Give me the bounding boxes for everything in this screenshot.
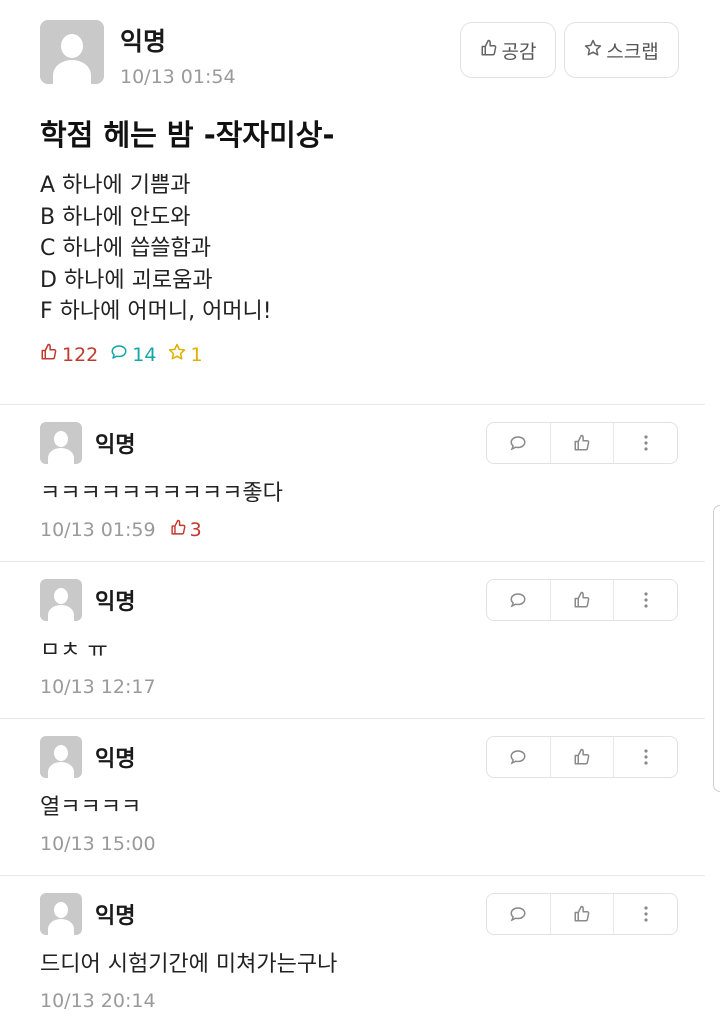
scrap-count: 1 xyxy=(168,343,203,366)
reply-button[interactable] xyxy=(487,894,551,934)
comment-time: 10/13 12:17 xyxy=(40,676,156,698)
comment-meta: 10/13 12:17 xyxy=(40,676,156,698)
more-vertical-icon xyxy=(644,435,648,451)
comment-time: 10/13 01:59 xyxy=(40,519,156,541)
comment-like-button[interactable] xyxy=(551,894,615,934)
comment-text: ㅋㅋㅋㅋㅋㅋㅋㅋㅋㅋ좋다 xyxy=(40,481,283,506)
comment-avatar xyxy=(40,736,82,778)
speech-bubble-icon xyxy=(510,593,526,608)
scrap-count-value: 1 xyxy=(190,343,203,366)
comment-avatar xyxy=(40,893,82,935)
thumbs-up-icon xyxy=(574,434,590,451)
comment-like-button[interactable] xyxy=(551,423,615,463)
scrap-button[interactable]: 스크랩 xyxy=(564,22,679,78)
comment-item: 익명 드디어 시험기간에 미쳐가는구나 10/13 20:14 xyxy=(0,876,705,1032)
comment-actions xyxy=(486,579,678,621)
post-body-line: B 하나에 안도와 xyxy=(40,204,191,230)
comment-meta: 10/13 01:59 3 xyxy=(40,519,202,541)
comment-time: 10/13 20:14 xyxy=(40,990,156,1012)
thumbs-up-icon xyxy=(574,905,590,922)
reply-button[interactable] xyxy=(487,580,551,620)
post-body-line: C 하나에 씁쓸함과 xyxy=(40,236,212,261)
scrollbar[interactable] xyxy=(713,505,720,792)
reply-button[interactable] xyxy=(487,423,551,463)
comment-like-button[interactable] xyxy=(551,737,615,777)
like-count-value: 122 xyxy=(62,343,99,366)
speech-bubble-icon xyxy=(510,907,526,922)
like-count: 122 xyxy=(40,343,98,366)
more-button[interactable] xyxy=(614,423,677,463)
thumbs-up-icon xyxy=(480,39,498,62)
star-icon xyxy=(168,343,186,366)
post-author: 익명 xyxy=(120,27,167,56)
post-body-line: F 하나에 어머니, 어머니! xyxy=(40,299,272,324)
comment-item: 익명 ㅋㅋㅋㅋㅋㅋㅋㅋㅋㅋ좋다 10/13 01:59 3 xyxy=(0,405,705,561)
thumbs-up-icon xyxy=(170,519,187,541)
post-body: A 하나에 기쁨과 B 하나에 안도와 C 하나에 씁쓸함과 D 하나에 괴로움… xyxy=(40,170,272,328)
like-button[interactable]: 공감 xyxy=(460,22,556,78)
comment-author: 익명 xyxy=(95,904,136,929)
comment-count-value: 14 xyxy=(132,343,157,366)
post-title: 학점 헤는 밤 -작자미상- xyxy=(40,118,335,152)
post-date: 10/13 01:54 xyxy=(120,66,236,88)
thumbs-up-icon xyxy=(574,748,590,765)
reply-button[interactable] xyxy=(487,737,551,777)
speech-bubble-icon xyxy=(110,343,128,366)
comment-actions xyxy=(486,736,678,778)
speech-bubble-icon xyxy=(510,750,526,765)
star-icon xyxy=(584,39,602,62)
comment-like-count-value: 3 xyxy=(189,519,202,541)
more-vertical-icon xyxy=(644,592,648,608)
author-avatar xyxy=(40,20,104,84)
like-button-label: 공감 xyxy=(501,40,537,63)
post-body-line: A 하나에 기쁨과 xyxy=(40,173,191,198)
comment-meta: 10/13 15:00 xyxy=(40,833,156,855)
post: 익명 10/13 01:54 공감 스크랩 학점 헤는 밤 -작자미상- A 하… xyxy=(0,0,720,404)
comment-item: 익명 열ㅋㅋㅋㅋ 10/13 15:00 xyxy=(0,719,705,875)
comment-actions xyxy=(486,422,678,464)
more-vertical-icon xyxy=(644,906,648,922)
comment-avatar xyxy=(40,422,82,464)
scrap-button-label: 스크랩 xyxy=(606,40,659,63)
comment-text: ㅁㅊ ㅠ xyxy=(40,638,108,663)
more-button[interactable] xyxy=(614,894,677,934)
more-button[interactable] xyxy=(614,737,677,777)
comment-author: 익명 xyxy=(95,747,136,772)
post-body-line: D 하나에 괴로움과 xyxy=(40,267,213,293)
speech-bubble-icon xyxy=(510,436,526,451)
comment-actions xyxy=(486,893,678,935)
comment-item: 익명 ㅁㅊ ㅠ 10/13 12:17 xyxy=(0,562,705,718)
thumbs-up-icon xyxy=(574,591,590,608)
comment-text: 드디어 시험기간에 미쳐가는구나 xyxy=(40,952,338,977)
comment-like-count: 3 xyxy=(170,519,202,541)
comment-author: 익명 xyxy=(95,590,136,615)
comment-count: 14 xyxy=(110,343,156,366)
comment-text: 열ㅋㅋㅋㅋ xyxy=(40,795,142,820)
more-vertical-icon xyxy=(644,749,648,765)
post-stats: 122 14 1 xyxy=(40,343,215,366)
comment-time: 10/13 15:00 xyxy=(40,833,156,855)
comment-author: 익명 xyxy=(95,433,136,458)
comment-meta: 10/13 20:14 xyxy=(40,990,156,1012)
thumbs-up-icon xyxy=(40,343,58,366)
comment-avatar xyxy=(40,579,82,621)
comment-like-button[interactable] xyxy=(551,580,615,620)
more-button[interactable] xyxy=(614,580,677,620)
